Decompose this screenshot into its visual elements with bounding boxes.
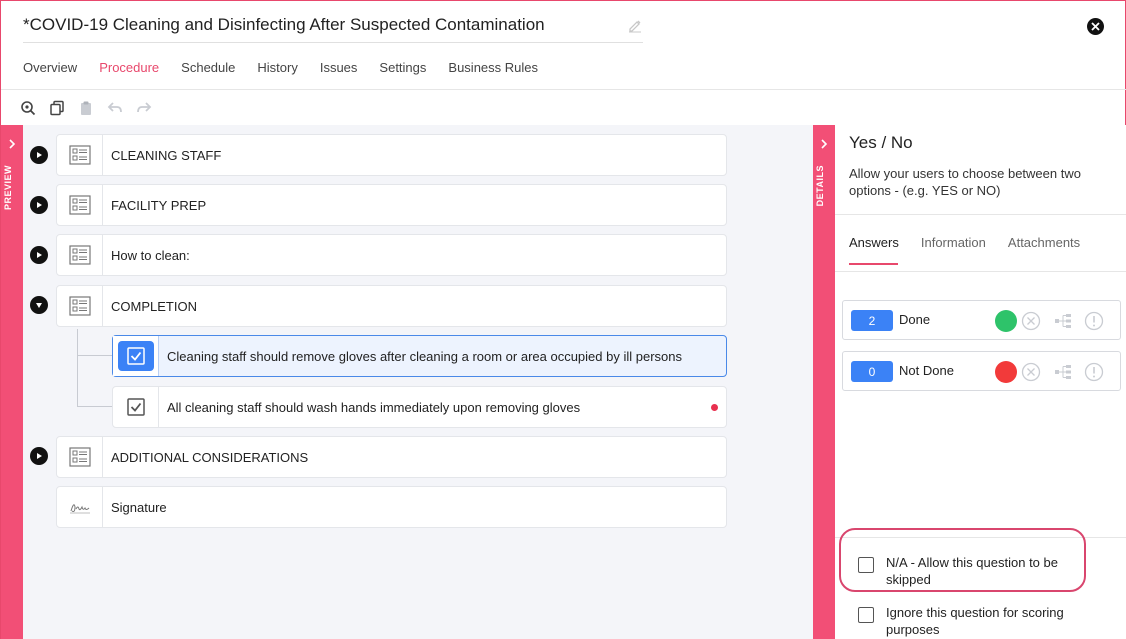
score-input[interactable]: 0: [851, 361, 893, 382]
ignore-scoring-option[interactable]: Ignore this question for scoring purpose…: [858, 604, 1086, 638]
section-row[interactable]: FACILITY PREP: [56, 184, 727, 226]
alert-icon[interactable]: [1084, 311, 1104, 331]
tree-line: [77, 355, 112, 356]
preview-toggle[interactable]: PREVIEW: [1, 125, 23, 639]
fail-icon[interactable]: [1021, 362, 1041, 382]
answer-row: 0 Not Done: [842, 351, 1121, 391]
branch-icon[interactable]: [1053, 362, 1073, 382]
tab-answers[interactable]: Answers: [849, 235, 899, 250]
chevron-right-icon: [9, 139, 16, 149]
divider: [835, 271, 1126, 272]
collapse-button[interactable]: [30, 296, 48, 314]
details-tabs: Answers Information Attachments: [849, 235, 1102, 250]
play-icon: [37, 252, 42, 258]
section-label: CLEANING STAFF: [111, 147, 222, 163]
answer-row: 2 Done: [842, 300, 1121, 340]
signature-icon: [57, 487, 103, 527]
highlight-annotation: [839, 528, 1086, 592]
section-row[interactable]: ADDITIONAL CONSIDERATIONS: [56, 436, 727, 478]
play-icon: [37, 453, 42, 459]
section-icon: [57, 185, 103, 225]
copy-icon[interactable]: [48, 100, 65, 117]
required-indicator: [711, 404, 718, 411]
signature-label: Signature: [111, 499, 167, 515]
tree-line: [77, 406, 112, 407]
step-row[interactable]: All cleaning staff should wash hands imm…: [112, 386, 727, 428]
step-row[interactable]: Cleaning staff should remove gloves afte…: [112, 335, 727, 377]
color-picker[interactable]: [995, 310, 1017, 332]
details-description: Allow your users to choose between two o…: [849, 166, 1081, 198]
tab-overview[interactable]: Overview: [23, 56, 77, 90]
section-row[interactable]: CLEANING STAFF: [56, 134, 727, 176]
expand-button[interactable]: [30, 246, 48, 264]
details-toggle[interactable]: DETAILS: [813, 125, 835, 639]
tab-business-rules[interactable]: Business Rules: [448, 56, 538, 90]
section-label: COMPLETION: [111, 298, 197, 314]
answer-label[interactable]: Not Done: [899, 363, 954, 378]
close-icon: [1091, 22, 1100, 31]
step-label: Cleaning staff should remove gloves afte…: [167, 348, 682, 364]
fail-icon[interactable]: [1021, 311, 1041, 331]
caret-down-icon: [36, 303, 42, 308]
details-label: DETAILS: [815, 165, 825, 207]
divider: [835, 214, 1126, 215]
signature-row[interactable]: Signature: [56, 486, 727, 528]
main-tabs: Overview Procedure Schedule History Issu…: [23, 56, 560, 90]
answer-label[interactable]: Done: [899, 312, 930, 327]
active-tab-indicator: [849, 263, 898, 265]
section-icon: [57, 437, 103, 477]
zoom-icon[interactable]: [19, 100, 36, 117]
tab-issues[interactable]: Issues: [320, 56, 358, 90]
title-field[interactable]: *COVID-19 Cleaning and Disinfecting Afte…: [23, 13, 643, 43]
tab-history[interactable]: History: [257, 56, 297, 90]
undo-icon[interactable]: [106, 100, 123, 117]
step-icon: [113, 387, 159, 427]
ignore-scoring-checkbox[interactable]: [858, 607, 874, 623]
section-label: FACILITY PREP: [111, 197, 207, 213]
section-icon: [57, 235, 103, 275]
play-icon: [37, 152, 42, 158]
close-button[interactable]: [1087, 18, 1104, 35]
tab-information[interactable]: Information: [921, 235, 986, 250]
section-icon: [57, 286, 103, 326]
tab-procedure[interactable]: Procedure: [99, 56, 159, 90]
alert-icon[interactable]: [1084, 362, 1104, 382]
expand-button[interactable]: [30, 196, 48, 214]
tab-settings[interactable]: Settings: [379, 56, 426, 90]
section-label: How to clean:: [111, 247, 190, 263]
tab-schedule[interactable]: Schedule: [181, 56, 235, 90]
procedure-canvas: CLEANING STAFF FACILITY PREP How to clea…: [23, 125, 813, 639]
section-icon: [57, 135, 103, 175]
preview-label: PREVIEW: [3, 165, 13, 211]
ignore-scoring-label: Ignore this question for scoring purpose…: [886, 605, 1064, 637]
tabs-divider: [1, 89, 1126, 90]
section-row[interactable]: How to clean:: [56, 234, 727, 276]
color-picker[interactable]: [995, 361, 1017, 383]
score-input[interactable]: 2: [851, 310, 893, 331]
step-label: All cleaning staff should wash hands imm…: [167, 399, 581, 415]
tree-line: [77, 329, 78, 407]
page-title: *COVID-19 Cleaning and Disinfecting Afte…: [23, 15, 545, 34]
step-icon: [113, 336, 159, 376]
pencil-icon[interactable]: [627, 17, 643, 33]
checkbox-icon: [117, 341, 154, 371]
redo-icon[interactable]: [135, 100, 152, 117]
paste-icon[interactable]: [77, 100, 94, 117]
expand-button[interactable]: [30, 146, 48, 164]
toolbar: [19, 97, 152, 119]
checkbox-icon: [126, 398, 145, 416]
section-label: ADDITIONAL CONSIDERATIONS: [111, 449, 309, 465]
tab-attachments[interactable]: Attachments: [1008, 235, 1080, 250]
chevron-right-icon: [821, 139, 828, 149]
details-title: Yes / No: [849, 133, 913, 152]
play-icon: [37, 202, 42, 208]
branch-icon[interactable]: [1053, 311, 1073, 331]
expand-button[interactable]: [30, 447, 48, 465]
section-row[interactable]: COMPLETION: [56, 285, 727, 327]
